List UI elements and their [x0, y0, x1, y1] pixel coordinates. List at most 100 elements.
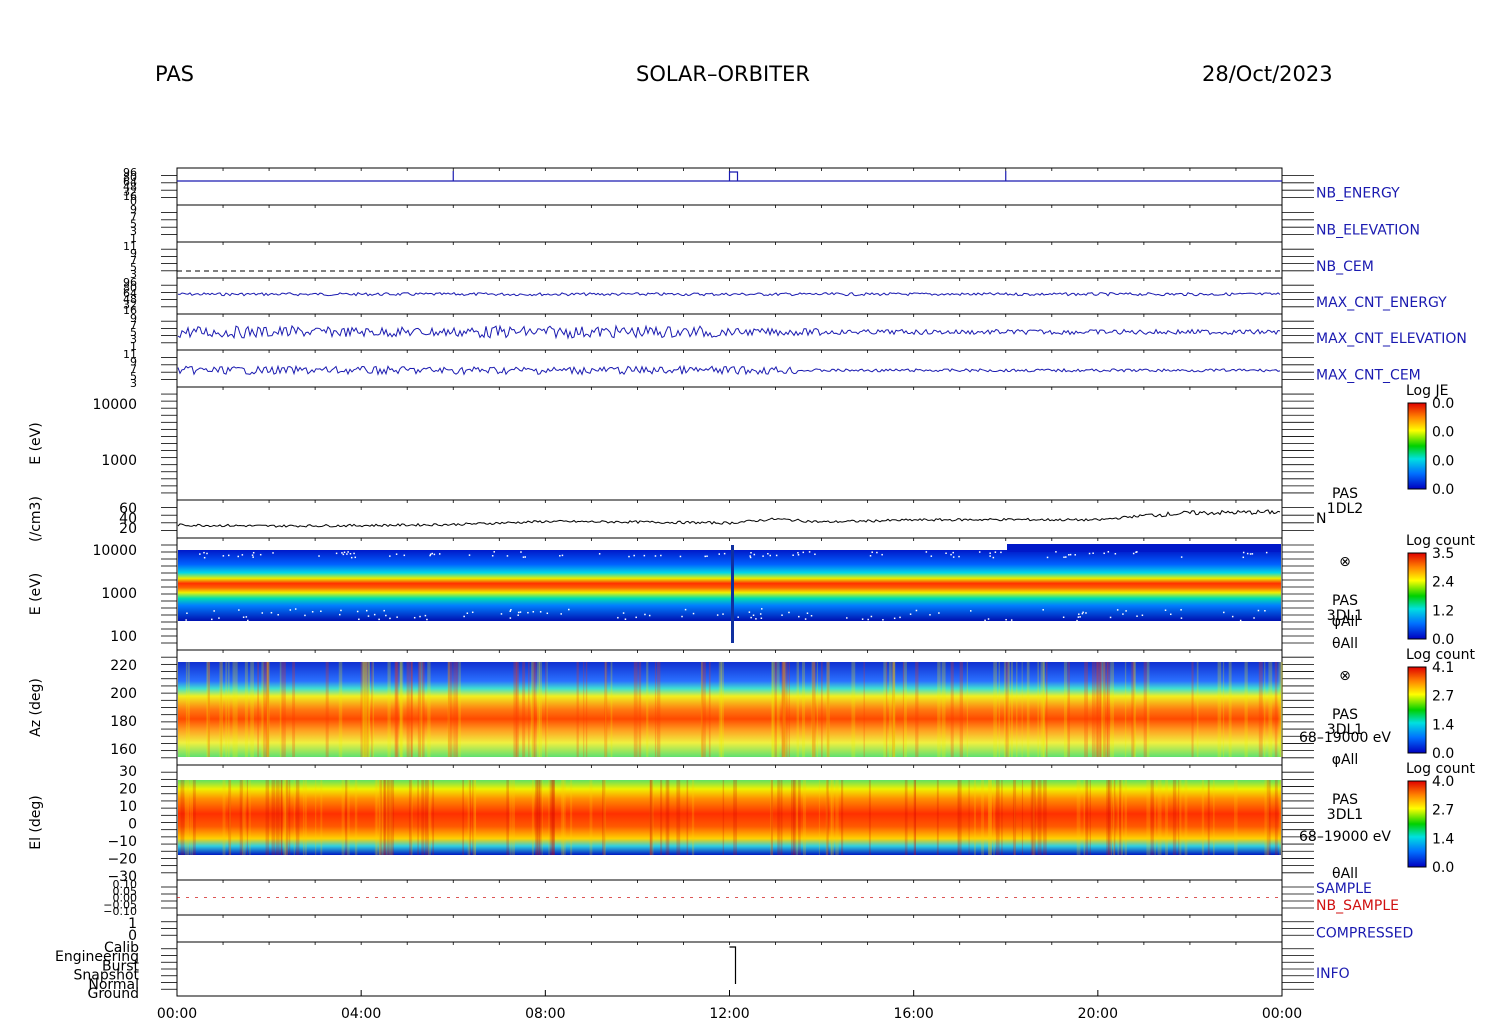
- spectrogram-speckle: [684, 608, 687, 611]
- spectrogram-speckle: [349, 553, 352, 555]
- spectrogram-streak: [281, 662, 284, 757]
- spectrogram-streak: [904, 780, 908, 855]
- spectrogram-speckle: [509, 610, 511, 612]
- x-tick-label: 16:00: [893, 1006, 933, 1020]
- spectrogram-speckle: [1164, 609, 1167, 612]
- spectrogram-streak: [1228, 662, 1232, 757]
- spectrogram-streak: [988, 780, 993, 855]
- spectrogram-streak: [782, 662, 786, 757]
- spectrogram-speckle: [797, 554, 800, 556]
- spectrogram-speckle: [748, 611, 751, 613]
- spectrogram-streak: [1084, 662, 1088, 757]
- spectrogram-streak: [777, 780, 780, 855]
- spectrogram-speckle: [617, 616, 619, 619]
- spectrogram-speckle: [245, 616, 248, 618]
- spectrogram-speckle: [1109, 616, 1112, 619]
- spectrogram-speckle: [760, 608, 763, 610]
- spectrogram-streak: [399, 662, 403, 757]
- spectrogram-streak: [189, 780, 192, 855]
- spectrogram-streak: [1010, 662, 1013, 757]
- panel-label-info: INFO: [1316, 966, 1350, 982]
- spectrogram-streak: [701, 662, 704, 757]
- spectrogram-streak: [722, 780, 725, 855]
- spectrogram-speckle: [433, 553, 436, 556]
- y-tick-label: 1000: [101, 586, 137, 602]
- spectrogram-streak: [720, 662, 724, 757]
- spectrogram-streak: [1207, 780, 1210, 855]
- spectrogram-streak: [462, 780, 465, 855]
- spectrogram-streak: [863, 662, 865, 757]
- spectrogram-streak: [511, 780, 515, 855]
- spectrogram-speckle: [989, 555, 991, 557]
- spectrogram-streak: [1165, 780, 1168, 855]
- spectrogram-speckle: [635, 616, 637, 619]
- spectrogram-streak: [453, 662, 458, 757]
- spectrogram-streak: [1103, 662, 1106, 757]
- spectrogram-streak: [583, 662, 585, 757]
- spectrogram-speckle: [431, 552, 434, 555]
- spectrogram-streak: [244, 662, 248, 757]
- spectrogram-streak: [1111, 780, 1113, 855]
- spectrogram-streak: [1143, 662, 1147, 757]
- spectrogram-speckle: [203, 551, 205, 554]
- y-tick-label: 160: [110, 742, 137, 758]
- spectrogram-speckle: [354, 556, 357, 559]
- spectrogram-streak: [841, 780, 844, 855]
- spectrogram-streak: [638, 662, 642, 757]
- spectrogram-speckle: [385, 614, 387, 617]
- spectrogram-speckle: [871, 551, 873, 553]
- spectrogram-speckle: [463, 615, 465, 618]
- spectrogram-speckle: [802, 551, 805, 554]
- spectrogram-streak: [914, 780, 916, 855]
- spectrogram-streak: [427, 662, 431, 757]
- spectrogram-streak: [1085, 780, 1089, 855]
- spectrogram-speckle: [969, 610, 972, 612]
- spectrogram-streak: [432, 780, 435, 855]
- spectrogram-speckle: [1082, 611, 1084, 614]
- panel-annotation: ⊗: [1339, 554, 1351, 570]
- spectrogram-streak: [771, 662, 774, 757]
- spectrogram-streak: [531, 780, 534, 855]
- info-step: [729, 946, 737, 984]
- spectrogram-streak: [528, 662, 530, 757]
- spectrogram-speckle: [1223, 611, 1225, 614]
- panel-annotation: PAS: [1332, 707, 1358, 723]
- colorbar-tick-label: 1.4: [1432, 831, 1454, 847]
- spectrogram-streak: [649, 780, 652, 855]
- spectrogram-streak: [1016, 662, 1018, 757]
- spectrogram-speckle: [561, 554, 564, 557]
- spectrogram-speckle: [270, 611, 273, 614]
- spectrogram-speckle: [413, 616, 416, 619]
- spectrogram-streak: [1083, 780, 1086, 855]
- spectrogram-streak: [968, 780, 970, 855]
- spectrogram-streak: [458, 662, 461, 757]
- spectrogram-streak: [184, 780, 189, 855]
- spectrogram-streak: [851, 662, 856, 757]
- axis-label: (/cm3): [28, 496, 44, 542]
- spectrogram-speckle: [568, 608, 570, 611]
- spectrogram-speckle: [788, 611, 790, 614]
- max-cnt-energy-line: [177, 292, 1281, 297]
- spectrogram-speckle: [692, 612, 695, 615]
- spectrogram-speckle: [716, 614, 719, 616]
- x-tick-label: 00:00: [1262, 1006, 1302, 1020]
- spectrogram-speckle: [1046, 556, 1049, 559]
- panel-annotation: ⊗: [1339, 668, 1351, 684]
- spectrogram-streak: [368, 662, 370, 757]
- energy-spectrogram-top: [1007, 544, 1281, 552]
- spectrogram-speckle: [222, 555, 225, 557]
- spectrogram-speckle: [915, 609, 918, 612]
- panel-label-max_cnt_energy: MAX_CNT_ENERGY: [1316, 295, 1447, 311]
- panel-annotation: φAll: [1332, 614, 1359, 630]
- spectrogram-speckle: [272, 552, 274, 554]
- spectrogram-streak: [1258, 662, 1263, 757]
- spectrogram-streak: [1131, 662, 1135, 757]
- spectrogram-speckle: [560, 613, 562, 615]
- spectrogram-speckle: [660, 554, 662, 557]
- spectrogram-speckle: [471, 611, 474, 614]
- spectrogram-speckle: [760, 617, 763, 620]
- y-tick-label: 1000: [101, 453, 137, 469]
- spectrogram-speckle: [1253, 617, 1255, 619]
- spectrogram-streak: [1268, 662, 1273, 757]
- spectrogram-speckle: [383, 609, 385, 612]
